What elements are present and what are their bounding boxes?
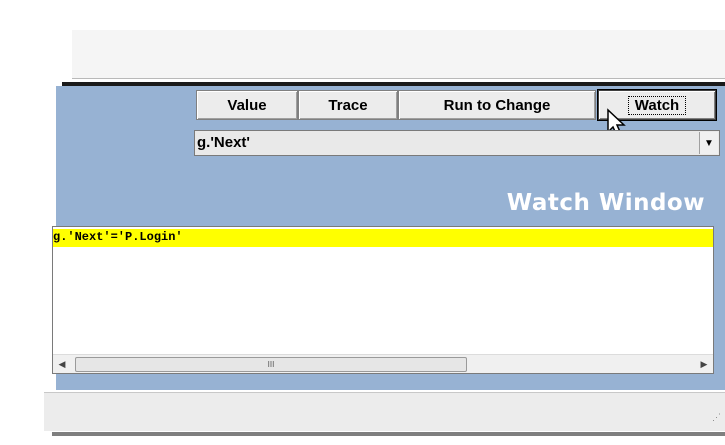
run-to-change-button[interactable]: Run to Change	[398, 90, 596, 120]
trace-button[interactable]: Trace	[298, 90, 398, 120]
toolbar: Value Trace Run to Change Watch	[196, 90, 716, 122]
watch-row-text: g.'Next'='P.Login'	[53, 230, 183, 244]
horizontal-scrollbar[interactable]: ◀ III ▶	[53, 354, 713, 373]
watch-row[interactable]: g.'Next'='P.Login'	[53, 229, 713, 247]
expression-dropdown-value: g.'Next'	[197, 134, 250, 151]
watch-list[interactable]: g.'Next'='P.Login' ◀ III ▶	[52, 226, 714, 374]
status-bar: ⋰	[44, 392, 725, 431]
scroll-left-icon[interactable]: ◀	[53, 355, 71, 373]
thumb-grip: III	[267, 360, 275, 369]
resize-grip-icon[interactable]: ⋰	[712, 412, 721, 423]
frame-shadow	[52, 432, 725, 436]
top-panel	[72, 30, 725, 79]
expression-dropdown[interactable]: g.'Next' ▼	[194, 130, 720, 156]
debugger-panel: Value Trace Run to Change Watch g.'Next'…	[44, 0, 725, 445]
value-button[interactable]: Value	[196, 90, 298, 120]
dropdown-arrow-icon[interactable]: ▼	[699, 132, 718, 154]
watch-window-title: Watch Window	[506, 190, 705, 216]
scroll-right-icon[interactable]: ▶	[695, 355, 713, 373]
watch-button-label: Watch	[627, 95, 687, 115]
scrollbar-thumb[interactable]: III	[75, 357, 467, 372]
